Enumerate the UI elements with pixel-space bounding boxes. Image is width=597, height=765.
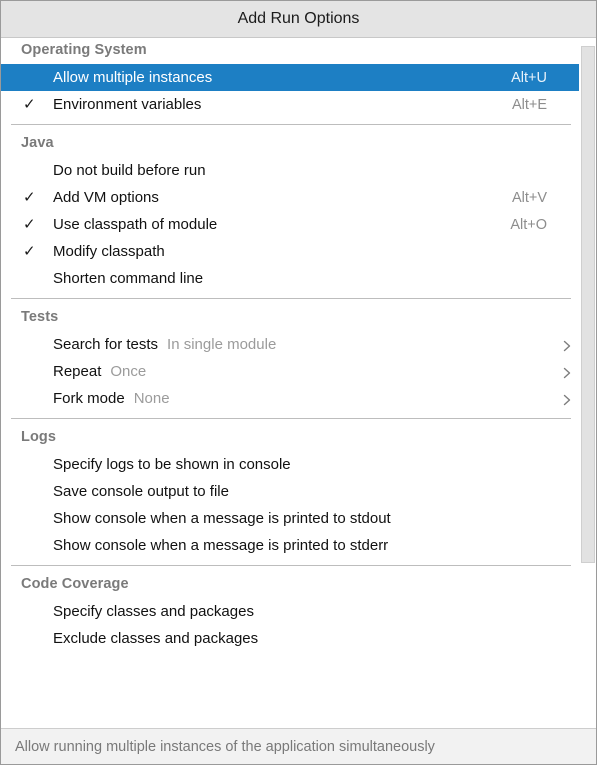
menu-item-save-console-output-to-file[interactable]: Save console output to file: [1, 478, 596, 505]
scrollbar-thumb[interactable]: [581, 46, 595, 563]
menu-item-label: Use classpath of module: [53, 216, 218, 233]
checkmark-icon: ✓: [23, 243, 36, 260]
vertical-scrollbar[interactable]: [579, 38, 596, 728]
section-header-logs: Logs: [21, 429, 57, 445]
menu-item-fork-mode[interactable]: Fork mode None: [1, 385, 596, 412]
menu-item-show-console-when-a-message-is-printed-to-stdout[interactable]: Show console when a message is printed t…: [1, 505, 596, 532]
menu-item-specify-logs-to-be-shown-in-console[interactable]: Specify logs to be shown in console: [1, 451, 596, 478]
menu-item-label: Specify logs to be shown in console: [53, 456, 291, 473]
section-header-code-coverage: Code Coverage: [21, 576, 129, 592]
menu-item-label: Modify classpath: [53, 243, 165, 260]
section-separator: [11, 418, 571, 419]
section-header-java: Java: [21, 135, 54, 151]
menu-item-label: Repeat: [53, 363, 102, 380]
section-separator: [11, 124, 571, 125]
run-options-menu: Operating System Allow multiple instances…: [1, 38, 596, 728]
menu-item-specify-classes-and-packages[interactable]: Specify classes and packages: [1, 598, 596, 625]
menu-item-allow-multiple-instances[interactable]: Allow multiple instances Alt+U: [1, 64, 596, 91]
menu-item-modify-classpath[interactable]: ✓ Modify classpath: [1, 238, 596, 265]
menu-item-exclude-classes-and-packages[interactable]: Exclude classes and packages: [1, 625, 596, 652]
checkmark-icon: ✓: [23, 189, 36, 206]
dialog-titlebar: Add Run Options: [1, 1, 596, 38]
dialog-title: Add Run Options: [237, 10, 360, 27]
menu-item-shorten-command-line[interactable]: Shorten command line: [1, 265, 596, 292]
menu-item-label: Specify classes and packages: [53, 603, 254, 620]
chevron-right-icon: [562, 340, 572, 351]
add-run-options-dialog: Add Run Options Operating System Allow mu…: [0, 0, 597, 765]
menu-item-value: Once: [110, 363, 147, 380]
menu-item-label: Allow multiple instances: [53, 69, 213, 86]
menu-item-do-not-build-before-run[interactable]: Do not build before run: [1, 157, 596, 184]
section-separator: [11, 298, 571, 299]
menu-item-label: Exclude classes and packages: [53, 630, 259, 647]
chevron-right-icon: [562, 394, 572, 405]
menu-item-label: Save console output to file: [53, 483, 229, 500]
section-header-tests: Tests: [21, 309, 59, 325]
menu-item-label: Show console when a message is printed t…: [53, 537, 389, 554]
checkmark-icon: ✓: [23, 216, 36, 233]
menu-item-search-for-tests[interactable]: Search for tests In single module: [1, 331, 596, 358]
menu-item-shortcut: Alt+O: [510, 216, 547, 233]
menu-item-show-console-when-a-message-is-printed-to-stderr[interactable]: Show console when a message is printed t…: [1, 532, 596, 559]
menu-item-repeat[interactable]: Repeat Once: [1, 358, 596, 385]
menu-item-label: Shorten command line: [53, 270, 204, 287]
chevron-right-icon: [562, 367, 572, 378]
menu-item-label: Fork mode: [53, 390, 125, 407]
section-separator: [11, 565, 571, 566]
menu-item-shortcut: Alt+V: [511, 189, 547, 206]
statusbar: Allow running multiple instances of the …: [1, 728, 596, 764]
statusbar-text: Allow running multiple instances of the …: [15, 738, 435, 755]
checkmark-icon: ✓: [23, 96, 36, 113]
menu-item-shortcut: Alt+E: [511, 96, 547, 113]
menu-item-value: None: [133, 390, 170, 407]
menu-item-label: Search for tests: [53, 336, 159, 353]
menu-item-value: In single module: [167, 336, 277, 353]
section-header-operating-system: Operating System: [21, 42, 147, 58]
menu-item-use-classpath-of-module[interactable]: ✓ Use classpath of module Alt+O: [1, 211, 596, 238]
menu-item-environment-variables[interactable]: ✓ Environment variables Alt+E: [1, 91, 596, 118]
menu-item-add-vm-options[interactable]: ✓ Add VM options Alt+V: [1, 184, 596, 211]
menu-item-label: Show console when a message is printed t…: [53, 510, 391, 527]
menu-item-shortcut: Alt+U: [511, 69, 547, 86]
menu-body: Operating System Allow multiple instances…: [1, 38, 596, 728]
menu-item-label: Environment variables: [53, 96, 202, 113]
menu-item-label: Do not build before run: [53, 162, 206, 179]
menu-item-label: Add VM options: [53, 189, 159, 206]
